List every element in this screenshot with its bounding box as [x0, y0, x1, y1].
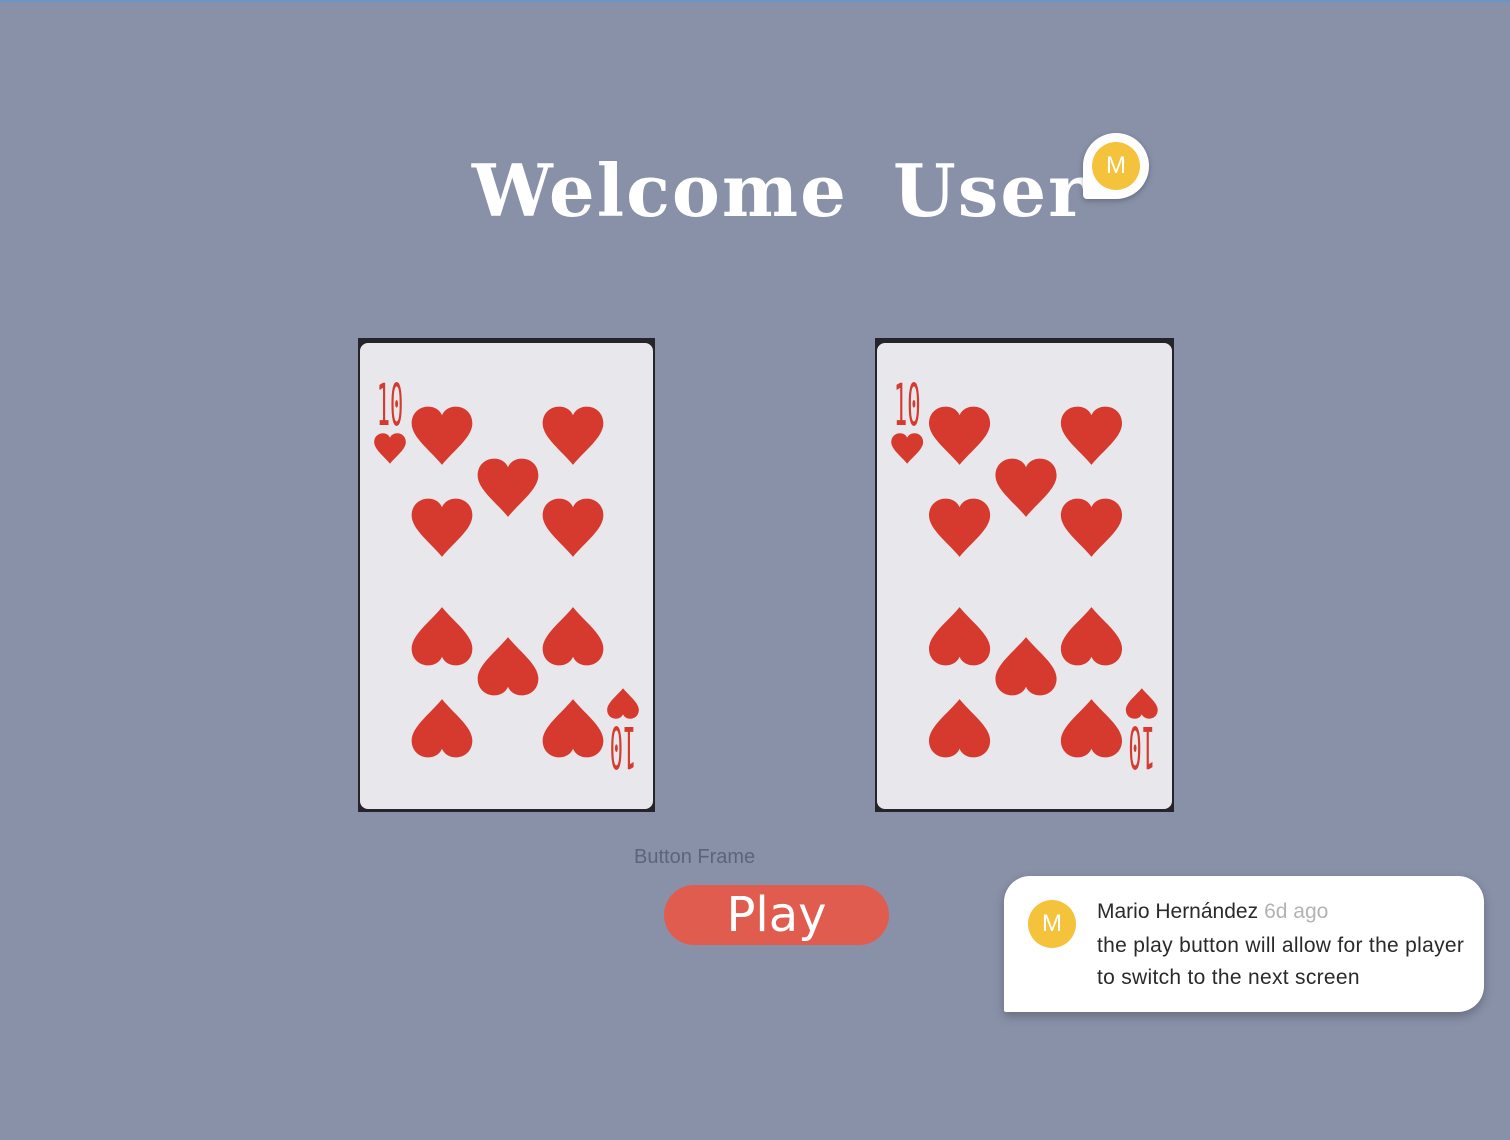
card-face: 10 10	[877, 343, 1172, 809]
heart-pip-icon	[411, 406, 473, 465]
heart-pip-icon	[928, 607, 991, 666]
heart-pip-icon	[1060, 699, 1123, 758]
card-ten-of-hearts: 10 10	[891, 372, 1158, 780]
heart-pip-icon	[928, 498, 991, 557]
heart-suit-icon	[1125, 688, 1158, 719]
comment-header: Mario Hernández 6d ago	[1097, 900, 1328, 924]
heart-pip-icon	[542, 607, 604, 666]
playing-card-left: 10 10	[358, 338, 655, 812]
heart-pip-icon	[995, 637, 1057, 696]
comment-text: the play button will allow for the playe…	[1097, 934, 1465, 989]
playing-card-right: 10 10	[875, 338, 1174, 812]
heart-pip-icon	[411, 498, 473, 557]
heart-pip-icon	[1060, 406, 1123, 465]
heart-pip-icon	[1060, 498, 1123, 557]
welcome-title: Welcome User	[471, 148, 1089, 233]
heart-pip-icon	[1060, 607, 1123, 666]
heart-pip-icon	[477, 458, 539, 517]
heart-pip-icon	[411, 699, 473, 758]
card-rank-label: 10	[610, 712, 636, 779]
comment-time: 6d ago	[1264, 900, 1329, 923]
button-frame-label: Button Frame	[634, 846, 756, 868]
heart-pip-icon	[542, 406, 604, 465]
card-rank-label: 10	[377, 372, 403, 439]
play-button[interactable]: Play	[664, 885, 889, 945]
card-ten-of-hearts: 10 10	[374, 372, 639, 780]
heart-suit-icon	[374, 433, 406, 464]
user-avatar: M	[1092, 142, 1140, 190]
heart-pip-icon	[928, 406, 991, 465]
heart-suit-icon	[607, 688, 639, 719]
comment-pin[interactable]: M	[1083, 133, 1149, 199]
comment-author: Mario Hernández	[1097, 900, 1259, 923]
card-rank-label: 10	[1128, 712, 1155, 779]
card-face: 10 10	[360, 343, 653, 809]
heart-pip-icon	[477, 637, 539, 696]
heart-pip-icon	[542, 498, 604, 557]
card-rank-label: 10	[894, 372, 921, 439]
card-corner-index: 10	[1125, 688, 1158, 780]
top-border	[0, 0, 1510, 2]
comment-avatar: M	[1028, 900, 1076, 948]
heart-suit-icon	[891, 433, 924, 464]
heart-pip-icon	[995, 458, 1057, 517]
heart-pip-icon	[542, 699, 604, 758]
heart-pip-icon	[411, 607, 473, 666]
comment-card[interactable]: M Mario Hernández 6d ago the play button …	[1004, 876, 1484, 1012]
card-corner-index: 10	[607, 688, 639, 780]
heart-pip-icon	[928, 699, 991, 758]
